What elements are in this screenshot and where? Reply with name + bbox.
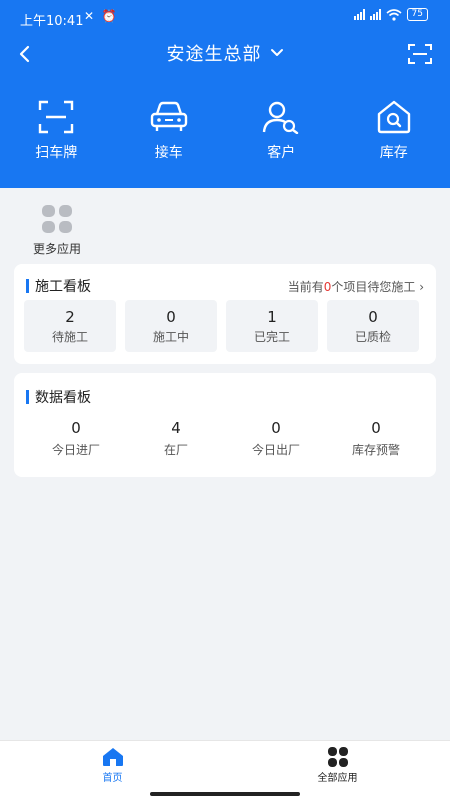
more-apps[interactable]: 更多应用	[26, 204, 88, 257]
scan-icon	[408, 44, 432, 64]
store-selector[interactable]: 安途生总部	[0, 40, 450, 66]
battery-icon: 75	[406, 8, 428, 21]
data-board-title: 数据看板	[35, 390, 91, 406]
quick-action-label: 接车	[154, 145, 183, 161]
grid-apps-icon	[42, 205, 72, 233]
stat-quality-checked[interactable]: 0 已质检	[327, 300, 419, 352]
page-title: 安途生总部	[166, 44, 262, 65]
status-time: 上午10:41	[20, 14, 84, 29]
wifi-icon	[386, 8, 402, 21]
quick-action-receive-car[interactable]: 接车	[113, 98, 226, 162]
home-icon	[102, 748, 123, 766]
stat-left-today[interactable]: 0 今日出厂	[226, 419, 326, 458]
stat-in-shop[interactable]: 4 在厂	[126, 419, 226, 458]
quick-action-inventory[interactable]: 库存	[338, 98, 450, 162]
nav-bar: 安途生总部	[0, 36, 450, 72]
tab-label: 首页	[102, 773, 123, 784]
scan-button[interactable]	[404, 38, 436, 70]
app-header: 上午10:41 ✕ ⏰ 75 安途生总部 扫车牌 接车 客户 库存	[0, 0, 450, 188]
inventory-house-icon	[377, 100, 410, 134]
more-apps-label: 更多应用	[32, 242, 81, 256]
quick-action-scan-plate[interactable]: 扫车牌	[0, 98, 113, 162]
all-apps-icon	[327, 747, 348, 767]
system-home-indicator	[0, 788, 450, 800]
chevron-down-icon	[270, 49, 283, 56]
alarm-icon: ⏰	[101, 9, 119, 23]
stat-in-construction[interactable]: 0 施工中	[125, 300, 217, 352]
tab-all-apps[interactable]: 全部应用	[225, 741, 450, 788]
stat-entered-today[interactable]: 0 今日进厂	[26, 419, 126, 458]
tab-home[interactable]: 首页	[0, 741, 225, 788]
section-marker	[26, 390, 29, 404]
mute-icon: ✕	[84, 9, 97, 23]
pending-work-link[interactable]: 当前有0个项目待您施工 ›	[288, 278, 424, 295]
chevron-right-icon: ›	[419, 279, 424, 294]
home-indicator-pill[interactable]	[150, 792, 300, 796]
scan-plate-icon	[39, 100, 74, 134]
customer-search-icon	[263, 101, 299, 134]
hd-signal-icon	[369, 9, 381, 20]
stat-inventory-alert[interactable]: 0 库存预警	[326, 419, 426, 458]
construction-board: 施工看板 当前有0个项目待您施工 › 2 待施工 0 施工中 1 已完工 0 已…	[14, 264, 436, 364]
quick-action-label: 扫车牌	[35, 145, 78, 161]
quick-action-label: 客户	[267, 145, 296, 161]
quick-action-label: 库存	[379, 145, 408, 161]
quick-action-customer[interactable]: 客户	[225, 98, 338, 162]
stat-pending-construction[interactable]: 2 待施工	[24, 300, 116, 352]
quick-actions: 扫车牌 接车 客户 库存	[0, 98, 450, 162]
bottom-tab-bar: 首页 全部应用	[0, 740, 450, 788]
data-board: 数据看板 0 今日进厂 4 在厂 0 今日出厂 0 库存预警	[14, 373, 436, 477]
status-bar: 上午10:41 ✕ ⏰ 75	[0, 0, 450, 34]
construction-board-title: 施工看板	[35, 279, 91, 295]
section-marker	[26, 279, 29, 293]
car-icon	[150, 101, 187, 131]
hd-signal-icon	[353, 9, 365, 20]
tab-label: 全部应用	[317, 773, 358, 784]
stat-completed[interactable]: 1 已完工	[226, 300, 318, 352]
